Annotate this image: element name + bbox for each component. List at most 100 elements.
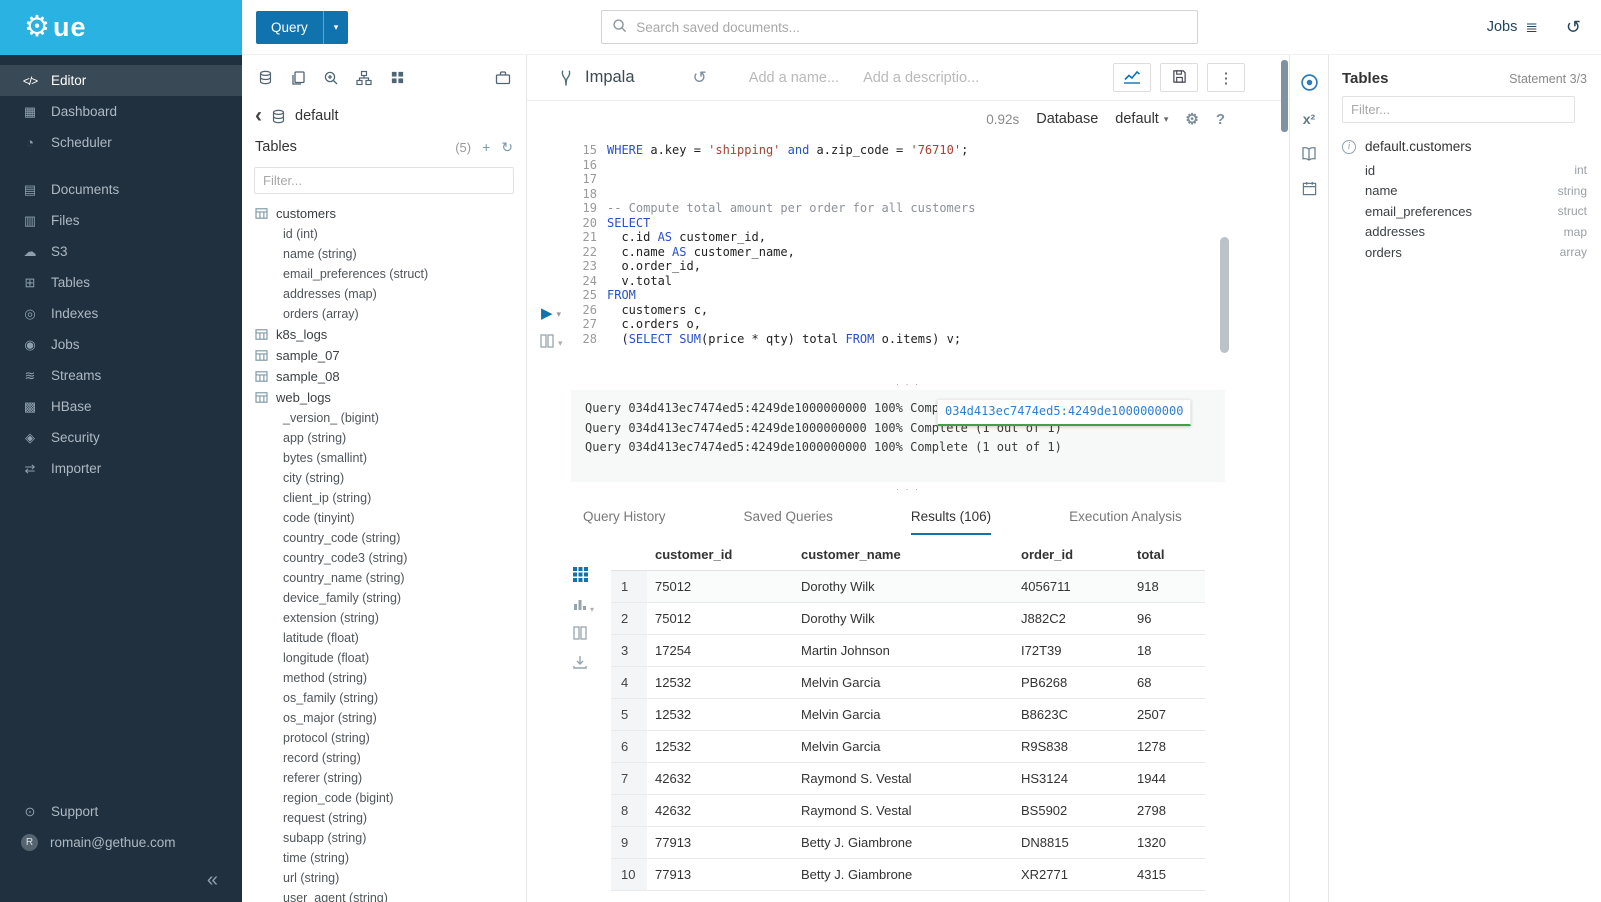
- tree-column[interactable]: user_agent (string): [255, 888, 526, 902]
- right-assist-filter-input[interactable]: [1342, 96, 1575, 123]
- tree-column[interactable]: region_code (bigint): [255, 788, 526, 808]
- info-icon[interactable]: i: [1342, 140, 1356, 154]
- download-button[interactable]: [573, 655, 594, 672]
- tree-column[interactable]: client_ip (string): [255, 488, 526, 508]
- columns-button[interactable]: [573, 626, 594, 643]
- main-scrollbar[interactable]: [1281, 60, 1288, 132]
- history-icon[interactable]: ↺: [1566, 17, 1581, 38]
- tree-table-k8s-logs[interactable]: k8s_logs: [255, 324, 526, 345]
- table-row[interactable]: 742632Raymond S. VestalHS31241944: [611, 763, 1205, 795]
- result-format-button[interactable]: ▾: [540, 334, 563, 351]
- tab-execution-analysis[interactable]: Execution Analysis: [1069, 509, 1182, 535]
- tree-column[interactable]: referer (string): [255, 768, 526, 788]
- tree-table-sample-08[interactable]: sample_08: [255, 366, 526, 387]
- query-description-field[interactable]: Add a descriptio...: [863, 70, 985, 86]
- sidebar-item-streams[interactable]: ≋Streams: [0, 360, 242, 391]
- tree-column[interactable]: subapp (string): [255, 828, 526, 848]
- apps-icon[interactable]: [388, 69, 406, 87]
- table-row[interactable]: 842632Raymond S. VestalBS59022798: [611, 795, 1205, 827]
- tree-column[interactable]: request (string): [255, 808, 526, 828]
- editor-scrollbar[interactable]: [1220, 237, 1229, 353]
- active-table-item[interactable]: i default.customers: [1329, 132, 1601, 160]
- query-button[interactable]: Query ▾: [256, 11, 348, 44]
- column-item-orders[interactable]: ordersarray: [1329, 242, 1601, 263]
- tree-column[interactable]: name (string): [255, 244, 526, 264]
- sidebar-item-support[interactable]: ⊙ Support: [0, 796, 242, 827]
- table-row[interactable]: 275012Dorothy WilkJ882C296: [611, 603, 1205, 635]
- tree-column[interactable]: time (string): [255, 848, 526, 868]
- tree-column[interactable]: email_preferences (struct): [255, 264, 526, 284]
- search-bar[interactable]: [601, 10, 1198, 44]
- table-row[interactable]: 317254Martin JohnsonI72T3918: [611, 635, 1205, 667]
- sidebar-item-editor[interactable]: </>Editor: [0, 65, 242, 96]
- sidebar-item-documents[interactable]: ▤Documents: [0, 174, 242, 205]
- tree-table-sample-07[interactable]: sample_07: [255, 345, 526, 366]
- copy-icon[interactable]: [289, 69, 307, 87]
- tree-column[interactable]: addresses (map): [255, 284, 526, 304]
- sidebar-collapse-button[interactable]: «: [0, 858, 242, 896]
- sidebar-item-importer[interactable]: ⇄Importer: [0, 453, 242, 484]
- tree-column[interactable]: app (string): [255, 428, 526, 448]
- resize-handle-bottom[interactable]: [527, 482, 1289, 495]
- table-row[interactable]: 412532Melvin GarciaPB626868: [611, 667, 1205, 699]
- database-dropdown[interactable]: default ▾: [1115, 111, 1168, 127]
- resize-handle-top[interactable]: [527, 377, 1289, 390]
- code-editor[interactable]: WHERE a.key = 'shipping' and a.zip_code …: [597, 143, 975, 377]
- table-row[interactable]: 612532Melvin GarciaR9S8381278: [611, 731, 1205, 763]
- tab-results-106[interactable]: Results (106): [911, 509, 991, 535]
- grid-button[interactable]: [573, 567, 594, 585]
- query-name-field[interactable]: Add a name...: [749, 70, 839, 86]
- help-icon[interactable]: ?: [1216, 111, 1225, 128]
- tree-column[interactable]: code (tinyint): [255, 508, 526, 528]
- tree-column[interactable]: city (string): [255, 468, 526, 488]
- tree-column[interactable]: orders (array): [255, 304, 526, 324]
- column-item-id[interactable]: idint: [1329, 160, 1601, 181]
- save-button[interactable]: [1160, 63, 1198, 92]
- tree-column[interactable]: _version_ (bigint): [255, 408, 526, 428]
- refresh-icon[interactable]: ↻: [501, 139, 513, 156]
- database-icon[interactable]: [256, 69, 274, 87]
- calendar-icon[interactable]: [1302, 181, 1317, 196]
- sidebar-item-scheduler[interactable]: ◔Scheduler: [0, 127, 242, 158]
- add-table-icon[interactable]: +: [482, 139, 490, 155]
- tree-column[interactable]: device_family (string): [255, 588, 526, 608]
- column-item-addresses[interactable]: addressesmap: [1329, 222, 1601, 243]
- query-history-icon[interactable]: ↺: [693, 68, 707, 88]
- sidebar-item-s3[interactable]: ☁S3: [0, 236, 242, 267]
- tree-column[interactable]: country_name (string): [255, 568, 526, 588]
- sidebar-item-user[interactable]: R romain@gethue.com: [0, 827, 242, 858]
- query-id-link[interactable]: 034d413ec7474ed5:4249de1000000000: [937, 399, 1191, 426]
- sidebar-item-indexes[interactable]: ◎Indexes: [0, 298, 242, 329]
- bar-chart-button[interactable]: ▾: [573, 597, 594, 614]
- table-row[interactable]: 175012Dorothy Wilk4056711918: [611, 571, 1205, 603]
- sidebar-item-hbase[interactable]: ▩HBase: [0, 391, 242, 422]
- execute-options-caret[interactable]: ▾: [557, 310, 562, 321]
- tree-column[interactable]: extension (string): [255, 608, 526, 628]
- column-item-name[interactable]: namestring: [1329, 181, 1601, 202]
- table-filter-input[interactable]: [254, 167, 514, 194]
- tree-column[interactable]: country_code (string): [255, 528, 526, 548]
- table-row[interactable]: 977913Betty J. GiambroneDN88151320: [611, 827, 1205, 859]
- tree-column[interactable]: bytes (smallint): [255, 448, 526, 468]
- tree-column[interactable]: latitude (float): [255, 628, 526, 648]
- sidebar-item-files[interactable]: ▥Files: [0, 205, 242, 236]
- back-chevron[interactable]: ‹: [255, 108, 262, 125]
- table-row[interactable]: 512532Melvin GarciaB8623C2507: [611, 699, 1205, 731]
- query-dropdown-caret[interactable]: ▾: [323, 11, 349, 44]
- jobs-link[interactable]: Jobs ≣: [1487, 18, 1538, 36]
- tree-column[interactable]: country_code3 (string): [255, 548, 526, 568]
- assistant-icon[interactable]: [1300, 73, 1319, 92]
- tree-table-web-logs[interactable]: web_logs: [255, 387, 526, 408]
- tree-column[interactable]: os_family (string): [255, 688, 526, 708]
- sitemap-icon[interactable]: [355, 69, 373, 87]
- sidebar-item-jobs[interactable]: ◉Jobs: [0, 329, 242, 360]
- tab-query-history[interactable]: Query History: [583, 509, 666, 535]
- chart-button[interactable]: [1113, 63, 1151, 92]
- column-item-email-preferences[interactable]: email_preferencesstruct: [1329, 201, 1601, 222]
- sidebar-item-security[interactable]: ◈Security: [0, 422, 242, 453]
- book-icon[interactable]: [1301, 146, 1317, 162]
- tree-column[interactable]: protocol (string): [255, 728, 526, 748]
- briefcase-icon[interactable]: [494, 69, 512, 87]
- superscript-icon[interactable]: x²: [1303, 111, 1315, 127]
- tree-column[interactable]: record (string): [255, 748, 526, 768]
